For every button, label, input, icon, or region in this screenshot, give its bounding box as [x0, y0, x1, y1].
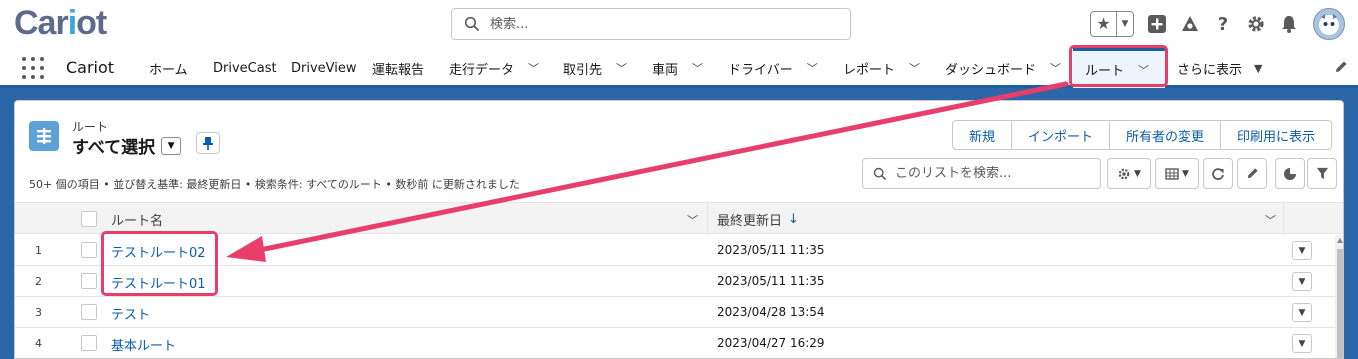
list-view-name: すべて選択	[72, 138, 156, 158]
trailhead-icon[interactable]	[1180, 14, 1200, 34]
row-checkbox[interactable]	[81, 273, 97, 289]
setup-gear-icon[interactable]	[1246, 14, 1266, 34]
gear-icon	[1118, 168, 1130, 179]
nav-item-driveview[interactable]: DriveView	[291, 48, 357, 88]
scrollbar-thumb[interactable]	[1337, 249, 1343, 358]
search-icon	[873, 167, 887, 180]
nav-item-vehicles[interactable]: 車両 ﹀	[652, 48, 703, 88]
cariot-logo[interactable]: Cariot	[14, 4, 107, 43]
nav-item-more[interactable]: さらに表示 ▼	[1177, 48, 1262, 88]
last-modified-date: 2023/04/28 13:54	[717, 305, 825, 319]
filter-icon	[1316, 167, 1328, 180]
column-divider[interactable]	[1283, 203, 1284, 235]
nav-item-travel-data[interactable]: 走行データ ﹀	[449, 48, 539, 88]
add-icon[interactable]	[1147, 14, 1167, 34]
filter-button[interactable]	[1307, 158, 1337, 189]
printable-view-button[interactable]: 印刷用に表示	[1220, 120, 1333, 150]
pie-chart-icon	[1284, 167, 1296, 180]
row-checkbox[interactable]	[81, 242, 97, 258]
refresh-icon	[1212, 167, 1224, 180]
table-header: ルート名 ﹀ 最終更新日 ↓ ﹀	[15, 202, 1343, 235]
display-as-button[interactable]: ▼	[1155, 158, 1199, 189]
caret-down-icon: ▼	[1182, 168, 1189, 179]
nav-item-home[interactable]: ホーム	[149, 48, 188, 88]
column-divider[interactable]	[707, 203, 708, 235]
caret-down-icon[interactable]: ▼	[161, 136, 182, 155]
caret-down-icon[interactable]: ▼	[1254, 62, 1262, 75]
pencil-icon	[1247, 168, 1258, 179]
edit-nav-pencil-icon[interactable]	[1334, 60, 1348, 74]
route-name-link[interactable]: テスト	[111, 304, 150, 323]
row-actions-button[interactable]: ▼	[1292, 303, 1312, 322]
chevron-down-icon[interactable]: ﹀	[528, 60, 539, 76]
highlight-box-test-routes	[101, 231, 218, 296]
row-number: 2	[35, 275, 42, 288]
route-name-link[interactable]: 基本ルート	[111, 335, 176, 354]
row-number: 3	[35, 306, 42, 319]
svg-text:?: ?	[1218, 14, 1228, 34]
chevron-down-icon[interactable]: ﹀	[692, 60, 703, 76]
nav-item-drivers[interactable]: ドライバー ﹀	[728, 48, 818, 88]
refresh-button[interactable]	[1203, 158, 1233, 189]
route-object-icon	[29, 121, 59, 151]
scroll-up-arrow-icon[interactable]	[1337, 238, 1343, 243]
global-header: Cariot ★ ▼ ?	[0, 0, 1358, 48]
global-search-input[interactable]	[490, 16, 830, 32]
chevron-down-icon[interactable]: ﹀	[1265, 212, 1276, 228]
search-icon	[464, 16, 480, 32]
nav-item-reports[interactable]: レポート ﹀	[843, 48, 920, 88]
highlight-box-routes-tab	[1069, 45, 1168, 87]
row-actions-button[interactable]: ▼	[1292, 334, 1312, 353]
table-scrollbar[interactable]	[1335, 235, 1343, 358]
table-row[interactable]: 4 基本ルート 2023/04/27 16:29 ▼	[15, 328, 1335, 358]
help-icon[interactable]: ?	[1213, 14, 1233, 34]
pin-list-view-button[interactable]	[196, 132, 220, 154]
last-modified-date: 2023/05/11 11:35	[717, 274, 825, 288]
import-button[interactable]: インポート	[1011, 120, 1111, 150]
new-button[interactable]: 新規	[952, 120, 1013, 150]
list-summary: 50+ 個の項目 • 並び替え基準: 最終更新日 • 検索条件: すべてのルート…	[29, 178, 520, 191]
user-avatar[interactable]	[1313, 8, 1345, 40]
last-modified-date: 2023/05/11 11:35	[717, 243, 825, 257]
app-name: Cariot	[66, 58, 115, 77]
row-actions-button[interactable]: ▼	[1292, 272, 1312, 291]
favorites-star-icon: ★	[1091, 12, 1117, 36]
chevron-down-icon[interactable]: ﹀	[687, 212, 698, 228]
chevron-down-icon[interactable]: ▼	[1117, 19, 1133, 29]
favorites-button[interactable]: ★ ▼	[1090, 11, 1134, 37]
nav-item-accounts[interactable]: 取引先 ﹀	[563, 48, 627, 88]
list-settings-button[interactable]: ▼	[1107, 158, 1151, 189]
column-header-last-modified[interactable]: 最終更新日 ↓	[717, 203, 799, 235]
nav-item-driving-report[interactable]: 運転報告	[372, 48, 424, 88]
inline-edit-button[interactable]	[1237, 158, 1267, 189]
table-row[interactable]: 3 テスト 2023/04/28 13:54 ▼	[15, 297, 1335, 328]
nav-item-dashboards[interactable]: ダッシュボード ﹀	[945, 48, 1061, 88]
list-view-panel: ルート すべて選択 ▼ 新規 インポート 所有者の変更 印刷用に表示 50+ 個…	[14, 100, 1344, 359]
row-checkbox[interactable]	[81, 304, 97, 320]
charts-button[interactable]	[1275, 158, 1305, 189]
row-number: 4	[35, 337, 42, 350]
global-search[interactable]	[451, 8, 851, 40]
chevron-down-icon[interactable]: ﹀	[807, 60, 818, 76]
select-all-checkbox[interactable]	[81, 211, 97, 227]
row-number: 1	[35, 244, 42, 257]
app-launcher-icon[interactable]	[22, 57, 44, 79]
sort-descending-icon: ↓	[788, 211, 799, 227]
change-owner-button[interactable]: 所有者の変更	[1109, 120, 1222, 150]
row-checkbox[interactable]	[81, 335, 97, 351]
chevron-down-icon[interactable]: ﹀	[1050, 60, 1061, 76]
pin-icon	[203, 137, 213, 150]
chevron-down-icon[interactable]: ﹀	[616, 60, 627, 76]
notifications-bell-icon[interactable]	[1279, 14, 1299, 34]
list-actions: 新規 インポート 所有者の変更 印刷用に表示	[952, 120, 1333, 150]
list-search-input[interactable]	[895, 166, 1095, 181]
row-actions-button[interactable]: ▼	[1292, 241, 1312, 260]
nav-item-drivecast[interactable]: DriveCast	[213, 48, 277, 88]
list-search[interactable]	[862, 158, 1101, 189]
list-view-selector[interactable]: すべて選択 ▼	[72, 133, 182, 158]
caret-down-icon: ▼	[1134, 168, 1141, 179]
last-modified-date: 2023/04/27 16:29	[717, 336, 825, 350]
table-icon	[1165, 167, 1179, 180]
chevron-down-icon[interactable]: ﹀	[909, 60, 920, 76]
